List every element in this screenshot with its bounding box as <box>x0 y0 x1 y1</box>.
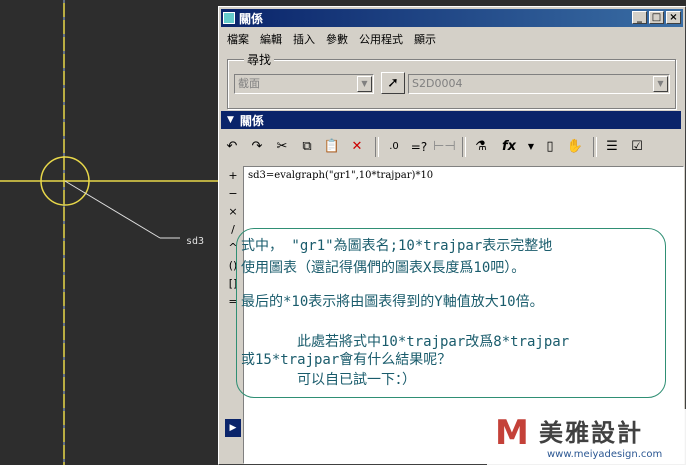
window-icon <box>223 12 235 24</box>
delete-icon[interactable]: ✕ <box>346 136 368 158</box>
menu-utilities[interactable]: 公用程式 <box>353 31 408 47</box>
menu-parameters[interactable]: 參數 <box>320 31 353 47</box>
watermark-logo: M 美雅設計 www.meiyadesign.com <box>487 409 686 465</box>
maximize-button[interactable]: □ <box>649 11 664 24</box>
undo-icon[interactable]: ↶ <box>221 136 243 158</box>
find-item-value: S2D0004 <box>412 77 463 90</box>
relation-line[interactable]: sd3=evalgraph("gr1",10*trajpar)*10 <box>248 170 433 181</box>
find-group: 尋找 截面 ▼ ➚ S2D0004 ▼ <box>227 51 676 109</box>
window-title: 關係 <box>239 11 264 26</box>
sort-relations-icon[interactable]: ⚗ <box>470 136 492 158</box>
redo-icon[interactable]: ↷ <box>246 136 268 158</box>
annotation-callout: 式中， "gr1"為圖表名;10*trajpar表示完整地 使用圖表（還記得偶們… <box>236 228 666 398</box>
arrow-pointer-icon: ➚ <box>387 75 399 91</box>
logo-mark-icon: M <box>495 413 529 453</box>
annotation-line-6: 可以自已試一下：） <box>297 372 416 388</box>
panel-title: 關係 <box>239 113 264 128</box>
chevron-down-icon[interactable]: ▼ <box>653 76 668 92</box>
checkbox-icon[interactable]: ☑ <box>626 136 648 158</box>
chevron-down-icon[interactable]: ▼ <box>357 76 372 92</box>
toolbar-separator <box>593 137 597 157</box>
dimension-leader <box>64 180 161 239</box>
dimension-icon[interactable]: ⊢⊣ <box>433 136 456 158</box>
decimal-places-icon[interactable]: .0 <box>383 136 405 158</box>
find-type-value: 截面 <box>238 77 260 90</box>
chevron-down-icon[interactable]: ▼ <box>526 136 536 158</box>
paste-icon[interactable]: 📋 <box>321 136 343 158</box>
annotation-line-1: 式中， "gr1"為圖表名;10*trajpar表示完整地 <box>241 238 553 254</box>
logo-name: 美雅設計 <box>539 419 643 447</box>
op-plus[interactable]: + <box>225 167 241 185</box>
collapse-triangle-icon[interactable]: ▼ <box>227 115 234 125</box>
menu-edit[interactable]: 編輯 <box>254 31 287 47</box>
verify-icon[interactable]: ✋ <box>564 136 586 158</box>
find-type-select[interactable]: 截面 ▼ <box>234 74 374 94</box>
evaluate-button[interactable]: =? <box>408 136 430 158</box>
function-button[interactable]: fx <box>495 136 523 158</box>
menu-file[interactable]: 檔案 <box>221 31 254 47</box>
minimize-button[interactable]: _ <box>632 11 647 24</box>
find-item-select[interactable]: S2D0004 ▼ <box>408 74 670 94</box>
relations-toolbar: ↶ ↷ ✂ ⧉ 📋 ✕ .0 =? ⊢⊣ ⚗ fx ▼ ▯ ✋ ☰ ☑ <box>221 133 681 161</box>
parameter-icon[interactable]: ▯ <box>539 136 561 158</box>
relations-panel-header[interactable]: ▼ 關係 <box>221 111 681 129</box>
logo-url: www.meiyadesign.com <box>547 449 663 460</box>
annotation-line-5: 或15*trajpar會有什么結果呢？ <box>241 352 452 368</box>
copy-icon[interactable]: ⧉ <box>296 136 318 158</box>
window-titlebar[interactable]: 關係 _ □ × <box>221 9 683 27</box>
close-button[interactable]: × <box>666 11 681 24</box>
menu-bar: 檔案 編輯 插入 參數 公用程式 顯示 <box>221 29 683 49</box>
annotation-line-4: 此處若將式中10*trajpar改爲8*trajpar <box>297 334 570 350</box>
toolbar-separator <box>375 137 379 157</box>
menu-display[interactable]: 顯示 <box>408 31 441 47</box>
select-pointer-button[interactable]: ➚ <box>381 72 405 94</box>
menu-insert[interactable]: 插入 <box>287 31 320 47</box>
expand-arrow-icon[interactable]: ▶ <box>225 419 241 437</box>
list-icon[interactable]: ☰ <box>601 136 623 158</box>
window-controls: _ □ × <box>632 11 681 24</box>
find-legend: 尋找 <box>244 51 275 68</box>
dimension-label: sd3 <box>186 236 204 247</box>
annotation-line-3: 最后的*10表示將由圖表得到的Y軸值放大10倍。 <box>241 294 544 310</box>
cut-icon[interactable]: ✂ <box>271 136 293 158</box>
op-multiply[interactable]: × <box>225 203 241 221</box>
annotation-line-2: 使用圖表（還記得偶們的圖表X長度爲10吧）。 <box>241 260 526 276</box>
op-minus[interactable]: − <box>225 185 241 203</box>
toolbar-separator <box>462 137 466 157</box>
